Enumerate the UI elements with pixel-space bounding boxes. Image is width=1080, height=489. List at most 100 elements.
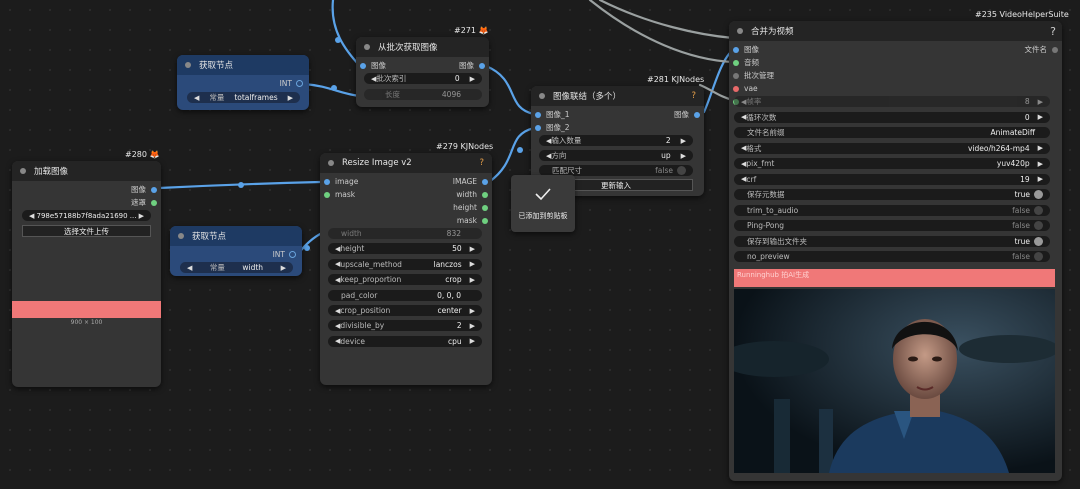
widget-value: 19 bbox=[1020, 174, 1030, 184]
node-load-image[interactable]: 加载图像 图像 遮罩 ◀ 798e57188b7f8ada21690 ... ▶… bbox=[12, 161, 161, 387]
output-image: IMAGE bbox=[453, 176, 488, 187]
input-port[interactable] bbox=[324, 178, 330, 185]
resize-widget-pad-color[interactable]: pad_color 0, 0, 0 bbox=[328, 289, 482, 301]
arrow-right-icon[interactable]: ▶ bbox=[1038, 144, 1043, 152]
video-widget-5[interactable]: ◀ crf 19 ▶ bbox=[734, 173, 1050, 185]
node-header[interactable]: 图像联结（多个）? bbox=[531, 86, 704, 106]
input-port[interactable] bbox=[733, 72, 739, 79]
image-file-widget[interactable]: ◀ 798e57188b7f8ada21690 ... ▶ bbox=[22, 210, 151, 221]
collapse-dot-icon[interactable] bbox=[364, 44, 370, 50]
node-resize-image[interactable]: Resize Image v2? image mask IMAGE width … bbox=[320, 153, 492, 385]
node-header[interactable]: 合并为视频? bbox=[729, 21, 1062, 41]
arrow-right-icon[interactable]: ▶ bbox=[1038, 160, 1043, 168]
output-port[interactable] bbox=[289, 251, 296, 258]
node-video-combine[interactable]: 合并为视频? 图像 音频 批次管理 vae 文件名 ◀ 帧率 8 ▶ ◀ 循环次数 0 ▶ 文件… bbox=[729, 21, 1062, 481]
resize-widget-upscale-method[interactable]: ◀ upscale_method lanczos ▶ bbox=[328, 258, 482, 270]
input-port[interactable] bbox=[535, 124, 541, 131]
output-port[interactable] bbox=[482, 191, 488, 198]
toggle-switch[interactable] bbox=[1034, 236, 1043, 246]
node-header[interactable]: 加载图像 bbox=[12, 161, 161, 181]
upload-button[interactable]: 选择文件上传 bbox=[22, 225, 151, 237]
video-widget-0[interactable]: ◀ 帧率 8 ▶ bbox=[734, 96, 1050, 107]
batch-index-widget[interactable]: ◀ 批次索引 0 ▶ bbox=[364, 73, 482, 84]
node-get-image-from-batch[interactable]: 从批次获取图像 图像 图像 ◀ 批次索引 0 ▶ 长度 4096 bbox=[356, 37, 489, 107]
arrow-right-icon[interactable]: ▶ bbox=[470, 337, 475, 345]
help-icon[interactable]: ? bbox=[479, 158, 484, 168]
arrow-right-icon[interactable]: ▶ bbox=[288, 94, 293, 102]
resize-widget-width[interactable]: width 832 bbox=[328, 228, 482, 239]
arrow-right-icon[interactable]: ▶ bbox=[681, 137, 686, 145]
collapse-dot-icon[interactable] bbox=[328, 160, 334, 166]
input-count-widget[interactable]: ◀ 输入数量 2 ▶ bbox=[539, 135, 693, 146]
input-port[interactable] bbox=[733, 59, 739, 66]
output-port[interactable] bbox=[151, 186, 157, 193]
video-preview[interactable] bbox=[734, 289, 1055, 473]
arrow-right-icon[interactable]: ▶ bbox=[470, 307, 475, 315]
resize-widget-device[interactable]: ◀ device cpu ▶ bbox=[328, 335, 482, 347]
output-port[interactable] bbox=[296, 80, 303, 87]
clipboard-toast: 已添加到剪贴板 bbox=[511, 175, 575, 232]
node-header[interactable]: Resize Image v2? bbox=[320, 153, 492, 173]
video-widget-6[interactable]: 保存元数据 true bbox=[734, 189, 1050, 200]
output-port[interactable] bbox=[694, 111, 700, 118]
video-widget-1[interactable]: ◀ 循环次数 0 ▶ bbox=[734, 111, 1050, 123]
arrow-right-icon[interactable]: ▶ bbox=[470, 75, 475, 83]
arrow-right-icon[interactable]: ▶ bbox=[470, 245, 475, 253]
input-port[interactable] bbox=[733, 85, 739, 92]
arrow-left-icon[interactable]: ◀ bbox=[194, 94, 199, 102]
collapse-dot-icon[interactable] bbox=[185, 62, 191, 68]
video-widget-3[interactable]: ◀ 格式 video/h264-mp4 ▶ bbox=[734, 142, 1050, 154]
arrow-right-icon[interactable]: ▶ bbox=[1038, 98, 1043, 106]
output-port[interactable] bbox=[1052, 46, 1058, 53]
resize-widget-crop-position[interactable]: ◀ crop_position center ▶ bbox=[328, 305, 482, 316]
constant-widget[interactable]: ◀ 常量 totalframes ▶ bbox=[187, 92, 300, 103]
arrow-right-icon[interactable]: ▶ bbox=[281, 264, 286, 272]
node-header[interactable]: 获取节点 bbox=[177, 55, 309, 75]
collapse-dot-icon[interactable] bbox=[737, 28, 743, 34]
toggle-switch[interactable] bbox=[1034, 252, 1043, 261]
toggle-switch[interactable] bbox=[1034, 205, 1043, 215]
toggle-switch[interactable] bbox=[1034, 221, 1043, 230]
video-widget-9[interactable]: 保存到输出文件夹 true bbox=[734, 235, 1050, 247]
arrow-right-icon[interactable]: ▶ bbox=[1038, 113, 1043, 121]
node-get-totalframes[interactable]: 获取节点 INT ◀ 常量 totalframes ▶ bbox=[177, 55, 309, 110]
input-port[interactable] bbox=[733, 46, 739, 53]
direction-widget[interactable]: ◀ 方向 up ▶ bbox=[539, 150, 693, 161]
video-widget-4[interactable]: ◀ pix_fmt yuv420p ▶ bbox=[734, 158, 1050, 169]
help-icon[interactable]: ? bbox=[691, 91, 696, 101]
arrow-right-icon[interactable]: ▶ bbox=[681, 152, 686, 160]
node-header[interactable]: 获取节点 bbox=[170, 226, 302, 246]
video-widget-7[interactable]: trim_to_audio false bbox=[734, 204, 1050, 216]
input-port[interactable] bbox=[535, 111, 541, 118]
arrow-left-icon[interactable]: ◀ bbox=[187, 264, 192, 272]
output-port[interactable] bbox=[482, 178, 488, 185]
toggle-switch[interactable] bbox=[677, 166, 686, 175]
output-port[interactable] bbox=[479, 62, 485, 69]
collapse-dot-icon[interactable] bbox=[539, 93, 545, 99]
output-port[interactable] bbox=[482, 217, 488, 224]
arrow-right-icon[interactable]: ▶ bbox=[1038, 175, 1043, 183]
node-header[interactable]: 从批次获取图像 bbox=[356, 37, 489, 57]
length-widget[interactable]: 长度 4096 bbox=[364, 89, 482, 100]
help-icon[interactable]: ? bbox=[1050, 25, 1056, 38]
arrow-right-icon[interactable]: ▶ bbox=[470, 322, 475, 330]
resize-widget-height[interactable]: ◀ height 50 ▶ bbox=[328, 243, 482, 255]
output-port[interactable] bbox=[482, 204, 488, 211]
resize-widget-keep-proportion[interactable]: ◀ keep_proportion crop ▶ bbox=[328, 274, 482, 286]
toggle-switch[interactable] bbox=[1034, 190, 1043, 199]
input-port[interactable] bbox=[360, 62, 366, 69]
arrow-right-icon[interactable]: ▶ bbox=[470, 276, 475, 284]
node-get-width[interactable]: 获取节点 INT ◀ 常量 width ▶ bbox=[170, 226, 302, 276]
collapse-dot-icon[interactable] bbox=[20, 168, 26, 174]
arrow-right-icon[interactable]: ▶ bbox=[470, 260, 475, 268]
collapse-dot-icon[interactable] bbox=[178, 233, 184, 239]
video-widget-8[interactable]: Ping-Pong false bbox=[734, 220, 1050, 231]
arrow-left-icon[interactable]: ◀ bbox=[29, 212, 34, 220]
output-port[interactable] bbox=[151, 199, 157, 206]
video-widget-2[interactable]: 文件名前缀 AnimateDiff bbox=[734, 127, 1050, 138]
constant-widget[interactable]: ◀ 常量 width ▶ bbox=[180, 262, 293, 273]
input-port[interactable] bbox=[324, 191, 330, 198]
video-widget-10[interactable]: no_preview false bbox=[734, 251, 1050, 262]
arrow-right-icon[interactable]: ▶ bbox=[139, 212, 144, 220]
resize-widget-divisible-by[interactable]: ◀ divisible_by 2 ▶ bbox=[328, 320, 482, 332]
